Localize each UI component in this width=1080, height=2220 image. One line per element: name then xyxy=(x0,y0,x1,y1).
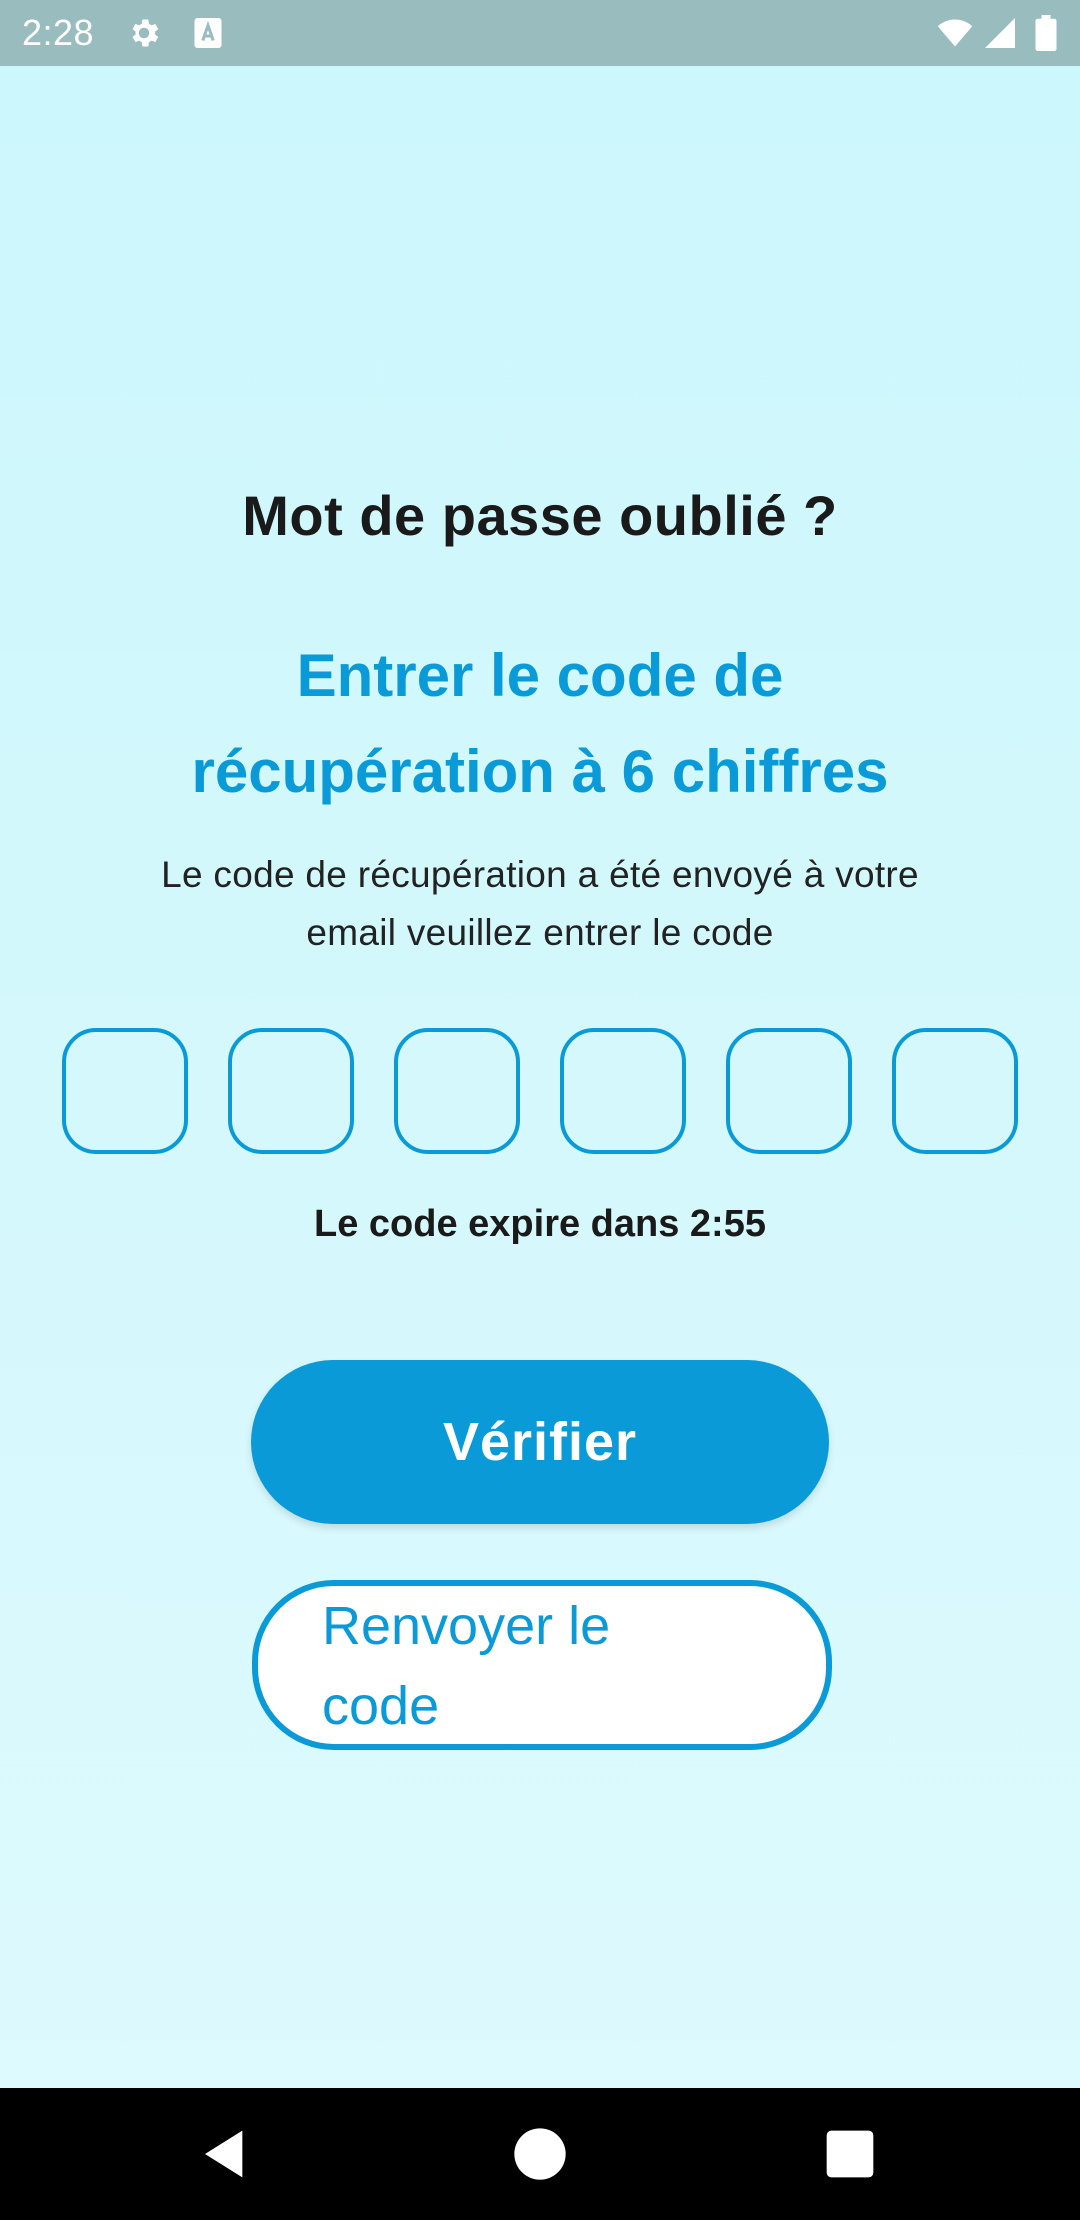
home-icon[interactable] xyxy=(512,2126,568,2182)
description-line-2: email veuillez entrer le code xyxy=(306,912,774,953)
subtitle-line-1: Entrer le code de xyxy=(296,642,784,709)
subtitle-line-2: récupération à 6 chiffres xyxy=(191,738,889,805)
otp-digit-6[interactable] xyxy=(892,1028,1018,1154)
page-subtitle: Entrer le code de récupération à 6 chiff… xyxy=(140,628,940,820)
otp-digit-4[interactable] xyxy=(560,1028,686,1154)
back-icon[interactable] xyxy=(198,2126,254,2182)
resend-code-button[interactable]: Renvoyer le code xyxy=(252,1580,832,1750)
recents-icon[interactable] xyxy=(822,2126,878,2182)
verify-button[interactable]: Vérifier xyxy=(251,1360,829,1524)
battery-icon xyxy=(1034,15,1058,51)
gear-icon xyxy=(126,15,162,51)
navigation-bar xyxy=(0,2088,1080,2220)
page-title: Mot de passe oublié ? xyxy=(242,484,838,547)
otp-code-input xyxy=(62,1028,1018,1154)
resend-code-label: Renvoyer le code xyxy=(322,1586,702,1746)
status-bar: 2:28 xyxy=(0,0,1080,66)
keyboard-a-icon xyxy=(190,15,226,51)
signal-icon xyxy=(982,15,1018,51)
status-time: 2:28 xyxy=(22,12,95,53)
resend-label-line-1: Renvoyer le xyxy=(322,1596,611,1656)
instructions-text: Le code de récupération a été envoyé à v… xyxy=(110,846,970,962)
wifi-icon xyxy=(934,15,976,51)
main-content: Mot de passe oublié ? Entrer le code de … xyxy=(0,66,1080,2088)
otp-digit-1[interactable] xyxy=(62,1028,188,1154)
code-expiry-timer: Le code expire dans 2:55 xyxy=(314,1203,766,1245)
otp-digit-3[interactable] xyxy=(394,1028,520,1154)
description-line-1: Le code de récupération a été envoyé à v… xyxy=(161,854,919,895)
otp-digit-2[interactable] xyxy=(228,1028,354,1154)
resend-label-line-2: code xyxy=(322,1676,440,1736)
otp-digit-5[interactable] xyxy=(726,1028,852,1154)
